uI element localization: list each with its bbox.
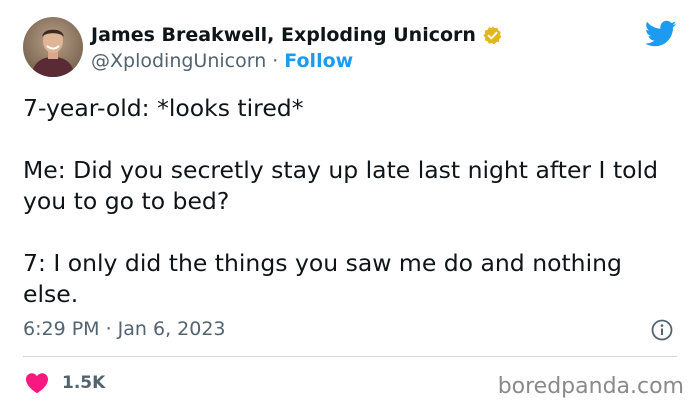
like-count: 1.5K <box>62 373 106 393</box>
tweet-paragraph: Me: Did you secretly stay up late last n… <box>23 156 658 215</box>
author-handle-line: @XplodingUnicorn · Follow <box>91 49 353 73</box>
tweet-text: 7-year-old: *looks tired* Me: Did you se… <box>23 93 683 310</box>
info-icon[interactable] <box>651 319 673 341</box>
tweet-paragraph: 7-year-old: *looks tired* <box>23 94 304 122</box>
handle-separator: · <box>272 50 279 72</box>
tweet-card: James Breakwell, Exploding Unicorn @Xplo… <box>0 0 700 410</box>
verified-badge-icon <box>482 25 503 46</box>
author-handle[interactable]: @XplodingUnicorn <box>91 50 266 72</box>
watermark: boredpanda.com <box>497 374 684 399</box>
author-name-line: James Breakwell, Exploding Unicorn <box>91 22 503 48</box>
like-button[interactable]: 1.5K <box>25 370 105 396</box>
tweet-paragraph: 7: I only did the things you saw me do a… <box>23 249 622 308</box>
tweet-timestamp[interactable]: 6:29 PM · Jan 6, 2023 <box>23 318 226 340</box>
heart-icon <box>25 372 49 394</box>
avatar[interactable] <box>23 17 83 77</box>
follow-button[interactable]: Follow <box>284 50 353 72</box>
divider <box>23 356 677 357</box>
twitter-bird-icon[interactable] <box>644 20 677 48</box>
author-display-name[interactable]: James Breakwell, Exploding Unicorn <box>91 24 476 46</box>
